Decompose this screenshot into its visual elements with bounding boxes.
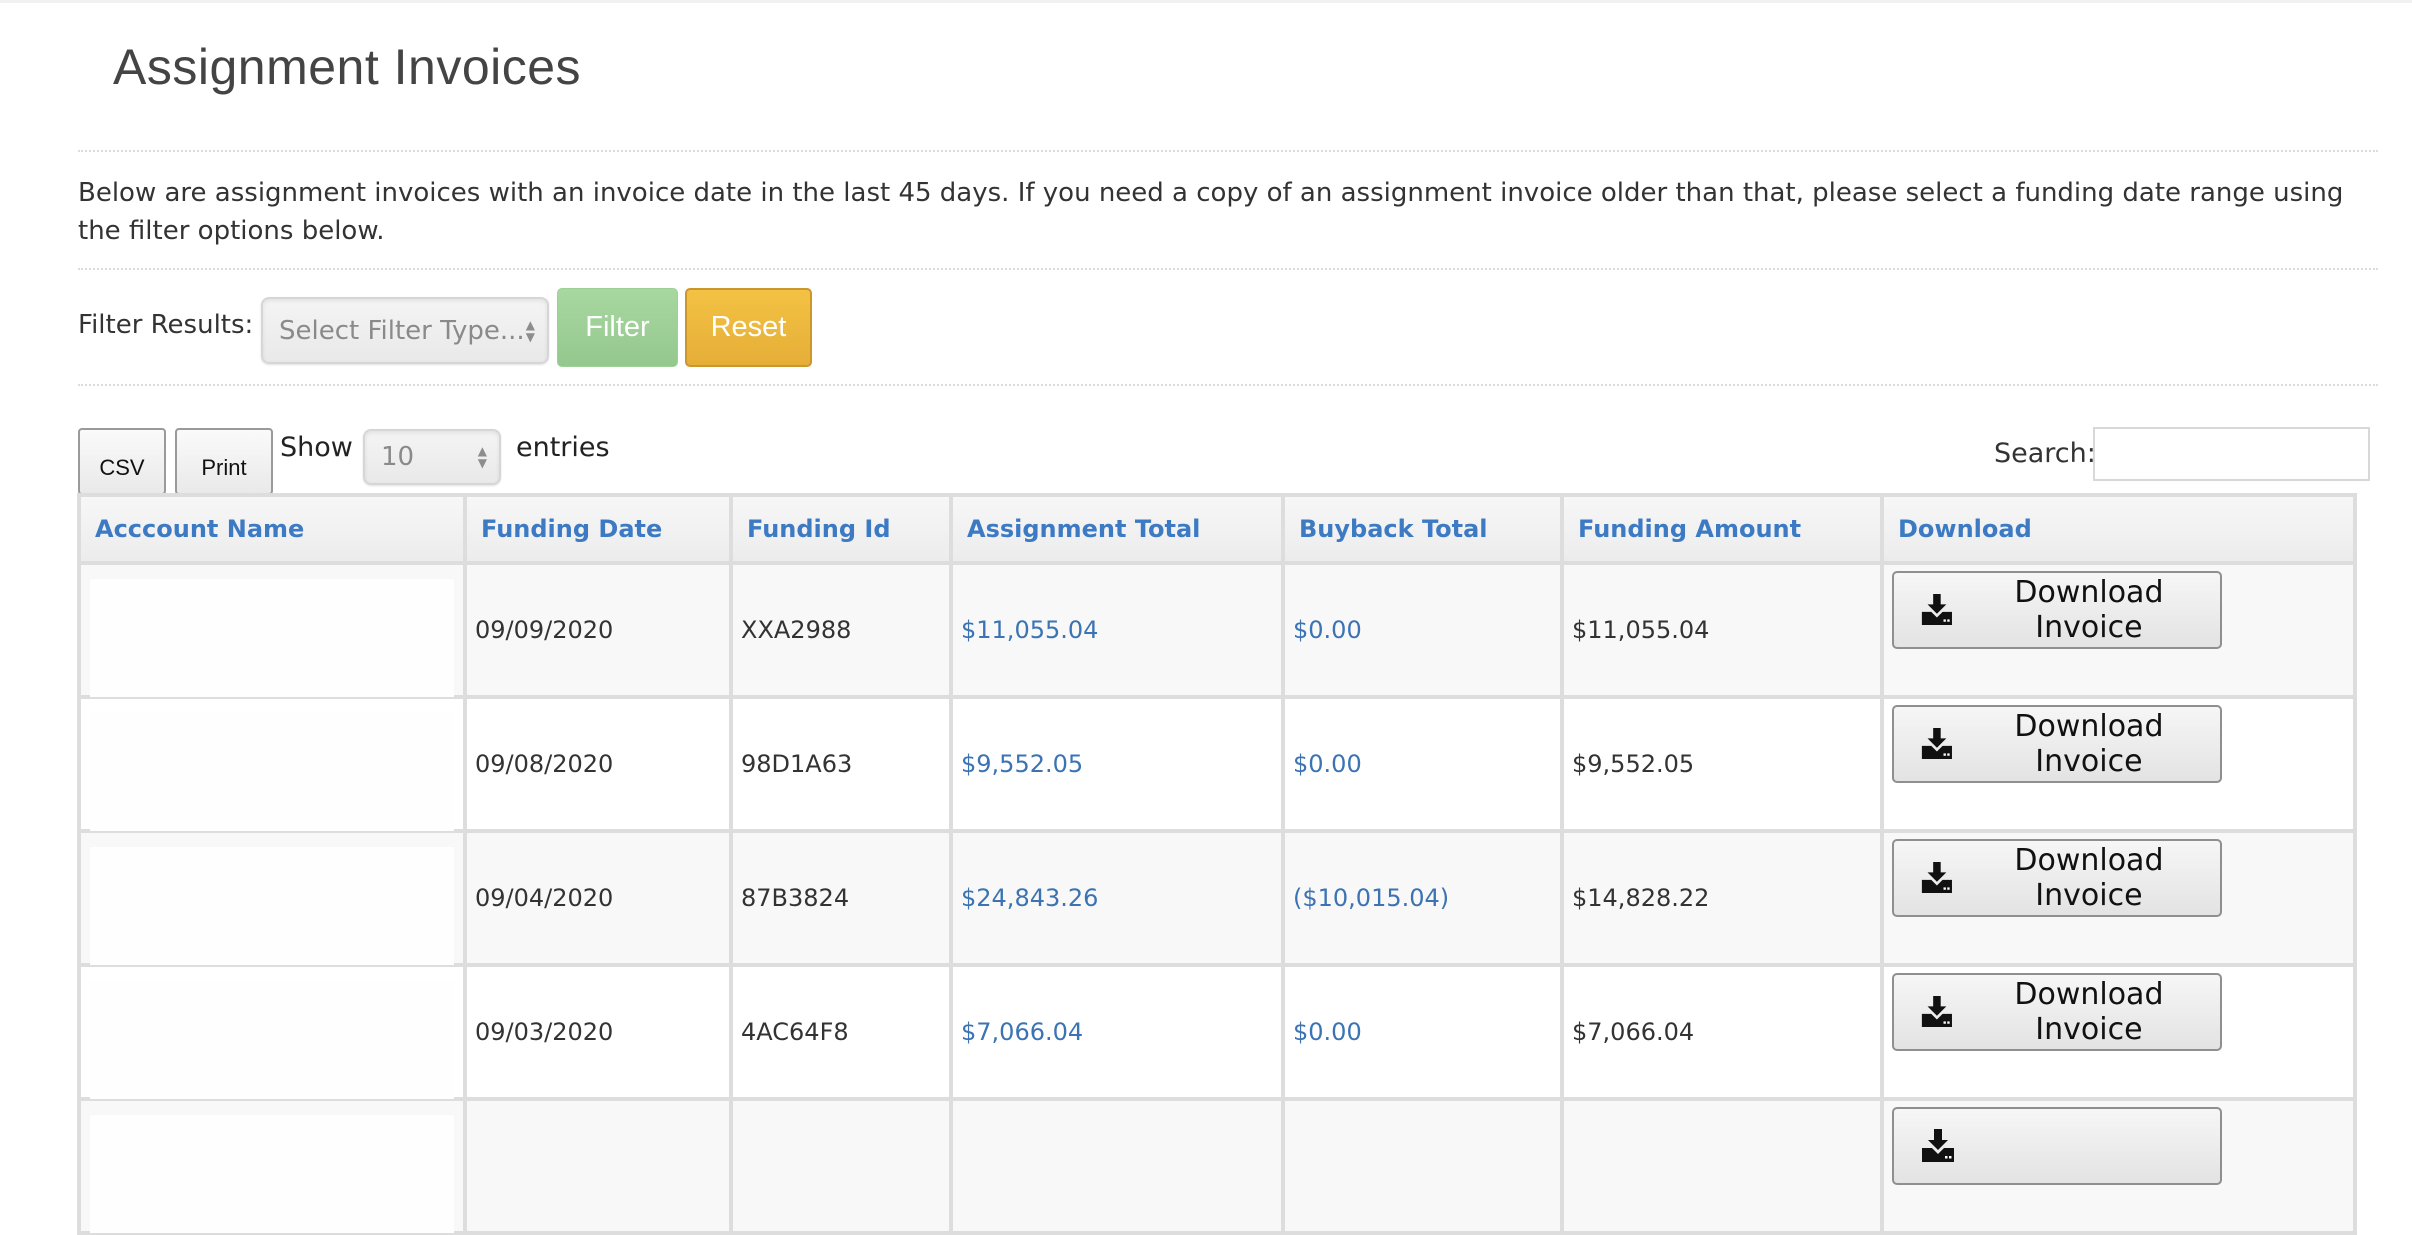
table-row [77,1097,2357,1235]
column-header-funding-date[interactable]: Funding Date [463,493,733,565]
account-name-cell [77,695,467,833]
entries-label: entries [516,432,610,463]
page-size-select[interactable]: 10 ▲ ▼ [363,429,501,485]
download-invoice-label: Download Invoice [2014,575,2164,645]
download-invoice-button[interactable]: Download Invoice [1892,973,2222,1051]
download-cell: Download Invoice [1880,561,2357,699]
funding-amount-cell: $14,828.22 [1560,829,1884,967]
buyback-total-link[interactable]: $0.00 [1281,963,1564,1101]
download-invoice-label: Download Invoice [2014,709,2164,779]
divider [78,150,2378,152]
download-invoice-button[interactable] [1892,1107,2222,1185]
funding-id-cell: 87B3824 [729,829,953,967]
redacted-account-name [90,1115,454,1233]
buyback-total-link[interactable]: ($10,015.04) [1281,829,1564,967]
column-header-buyback-total[interactable]: Buyback Total [1281,493,1564,565]
download-invoice-label: Download Invoice [2014,843,2164,913]
select-arrows-icon: ▲ ▼ [477,444,487,470]
redacted-account-name [90,579,454,697]
table-row: 09/09/2020 XXA2988 $11,055.04 $0.00 $11,… [77,561,2357,699]
reset-button[interactable]: Reset [685,288,812,367]
column-header-download[interactable]: Download [1880,493,2357,565]
download-cell: Download Invoice [1880,695,2357,833]
assignment-total-link[interactable]: $7,066.04 [949,963,1285,1101]
column-header-account-name[interactable]: Acccount Name [77,493,467,565]
funding-date-cell: 09/03/2020 [463,963,733,1101]
table-row: 09/03/2020 4AC64F8 $7,066.04 $0.00 $7,06… [77,963,2357,1101]
redacted-account-name [90,981,454,1099]
page-size-value: 10 [381,442,415,472]
table-row: 09/08/2020 98D1A63 $9,552.05 $0.00 $9,55… [77,695,2357,833]
assignment-total-link[interactable] [949,1097,1285,1235]
print-button[interactable]: Print [175,428,273,495]
search-label: Search: [1994,438,2096,469]
filter-type-select[interactable]: Select Filter Type... ▲ ▼ [261,297,549,364]
account-name-cell [77,963,467,1101]
download-invoice-button[interactable]: Download Invoice [1892,839,2222,917]
page-title: Assignment Invoices [113,39,582,95]
download-icon [1921,862,1952,894]
redacted-account-name [90,713,454,831]
download-icon [1921,594,1952,626]
filter-type-select-value: Select Filter Type... [279,315,525,346]
account-name-cell [77,1097,467,1235]
invoices-table: Acccount Name Funding Date Funding Id As… [77,493,2357,1235]
funding-date-cell: 09/08/2020 [463,695,733,833]
funding-id-cell [729,1097,953,1235]
funding-amount-cell: $9,552.05 [1560,695,1884,833]
download-icon [1921,996,1952,1028]
funding-date-cell [463,1097,733,1235]
buyback-total-link[interactable]: $0.00 [1281,561,1564,699]
divider [78,384,2378,386]
download-invoice-button[interactable]: Download Invoice [1892,705,2222,783]
filter-results-label: Filter Results: [78,310,254,340]
funding-id-cell: 98D1A63 [729,695,953,833]
download-cell [1880,1097,2357,1235]
funding-amount-cell: $7,066.04 [1560,963,1884,1101]
show-label: Show [280,432,353,463]
filter-button[interactable]: Filter [557,288,678,367]
assignment-total-link[interactable]: $24,843.26 [949,829,1285,967]
assignment-total-link[interactable]: $9,552.05 [949,695,1285,833]
select-arrows-icon: ▲ ▼ [525,317,535,344]
download-invoice-label: Download Invoice [2014,977,2164,1047]
buyback-total-link[interactable] [1281,1097,1564,1235]
funding-amount-cell: $11,055.04 [1560,561,1884,699]
account-name-cell [77,561,467,699]
funding-id-cell: XXA2988 [729,561,953,699]
account-name-cell [77,829,467,967]
buyback-total-link[interactable]: $0.00 [1281,695,1564,833]
csv-button[interactable]: CSV [78,428,166,495]
column-header-funding-amount[interactable]: Funding Amount [1560,493,1884,565]
column-header-assignment-total[interactable]: Assignment Total [949,493,1285,565]
download-icon [1922,1129,1954,1162]
redacted-account-name [90,847,454,965]
search-input[interactable] [2093,427,2370,481]
funding-amount-cell [1560,1097,1884,1235]
download-cell: Download Invoice [1880,829,2357,967]
funding-date-cell: 09/09/2020 [463,561,733,699]
download-icon [1921,728,1952,760]
column-header-funding-id[interactable]: Funding Id [729,493,953,565]
intro-text: Below are assignment invoices with an in… [78,178,2344,246]
top-border [0,0,2412,3]
funding-id-cell: 4AC64F8 [729,963,953,1101]
table-header-row: Acccount Name Funding Date Funding Id As… [77,493,2357,565]
download-invoice-button[interactable]: Download Invoice [1892,571,2222,649]
divider [78,268,2378,270]
assignment-total-link[interactable]: $11,055.04 [949,561,1285,699]
download-cell: Download Invoice [1880,963,2357,1101]
funding-date-cell: 09/04/2020 [463,829,733,967]
table-row: 09/04/2020 87B3824 $24,843.26 ($10,015.0… [77,829,2357,967]
